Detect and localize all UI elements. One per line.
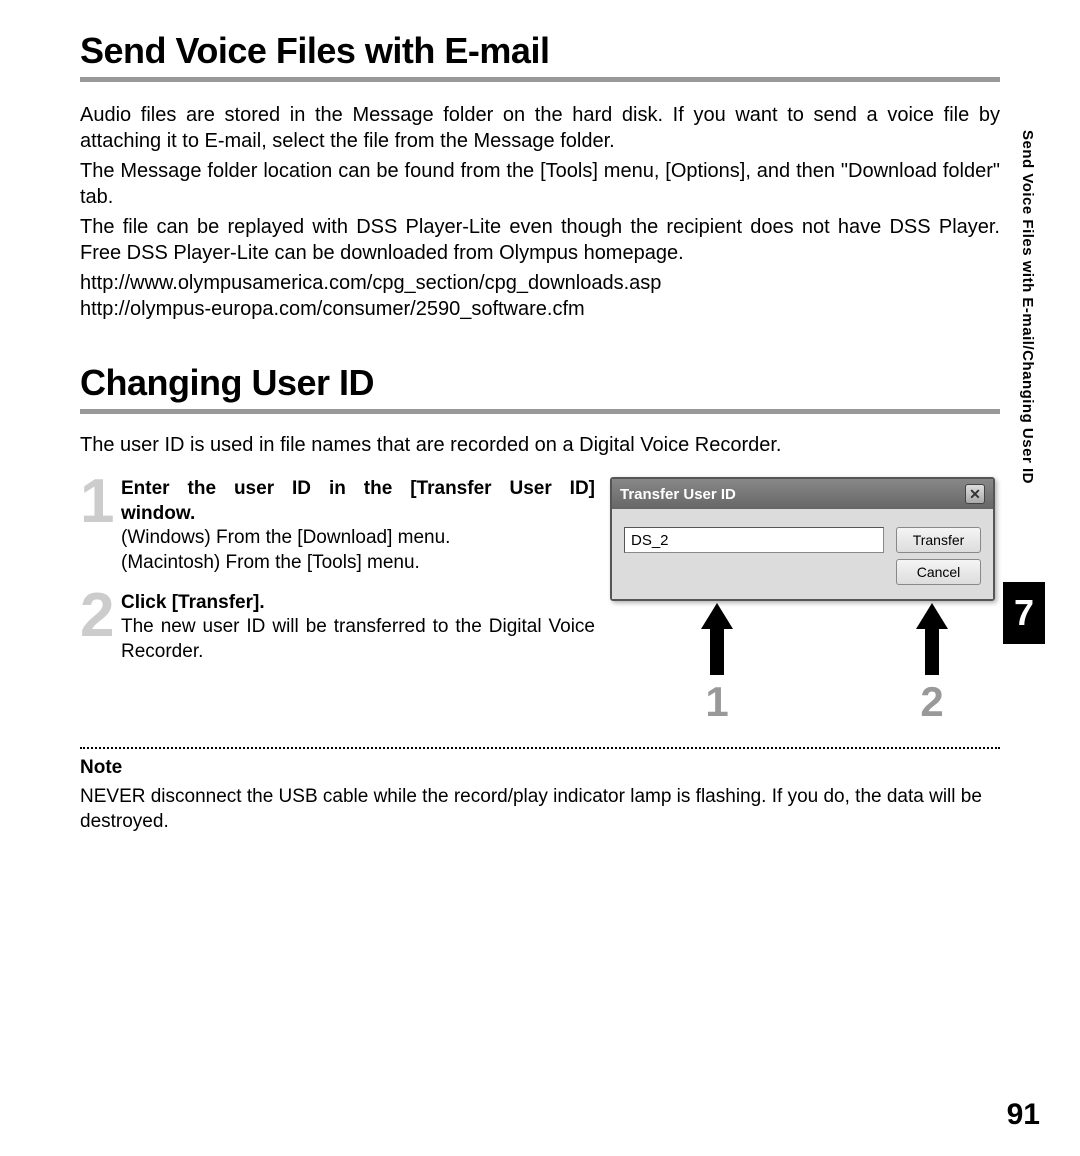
step1-desc1: (Windows) From the [Download] menu. <box>121 526 595 551</box>
callout-arrows: 1 2 <box>610 603 1000 733</box>
section2-intro: The user ID is used in file names that a… <box>80 434 1000 457</box>
note-label: Note <box>80 757 1000 779</box>
step2-desc: The new user ID will be transferred to t… <box>121 615 595 664</box>
transfer-userid-dialog: Transfer User ID ✕ Transfer Cancel <box>610 477 995 601</box>
divider <box>80 77 1000 82</box>
side-header-text: Send Voice Files with E-mail/Changing Us… <box>1019 130 1036 484</box>
step1-title: Enter the user ID in the [Transfer User … <box>121 477 595 526</box>
section1-heading: Send Voice Files with E-mail <box>80 30 1000 72</box>
section1-para3: The file can be replayed with DSS Player… <box>80 214 1000 266</box>
page-number: 91 <box>1007 1098 1040 1132</box>
cancel-button[interactable]: Cancel <box>896 559 981 585</box>
userid-input[interactable] <box>624 527 884 553</box>
section1-para1: Audio files are stored in the Message fo… <box>80 102 1000 154</box>
close-icon[interactable]: ✕ <box>965 484 985 504</box>
note-text: NEVER disconnect the USB cable while the… <box>80 785 1000 834</box>
divider2 <box>80 409 1000 414</box>
dotted-divider <box>80 747 1000 749</box>
step-number-1: 1 <box>80 477 115 528</box>
step-number-2: 2 <box>80 591 115 642</box>
section2-heading: Changing User ID <box>80 362 1000 404</box>
step1-desc2: (Macintosh) From the [Tools] menu. <box>121 551 595 576</box>
dialog-title: Transfer User ID <box>620 486 736 503</box>
step-1: 1 Enter the user ID in the [Transfer Use… <box>80 477 595 576</box>
chapter-tab: 7 <box>1003 582 1045 644</box>
url2: http://olympus-europa.com/consumer/2590_… <box>80 296 1000 322</box>
step-2: 2 Click [Transfer]. The new user ID will… <box>80 591 595 665</box>
url1: http://www.olympusamerica.com/cpg_sectio… <box>80 270 1000 296</box>
section1-para2: The Message folder location can be found… <box>80 158 1000 210</box>
callout-number-2: 2 <box>920 678 943 726</box>
step2-title: Click [Transfer]. <box>121 591 595 616</box>
arrow-up-icon <box>701 603 733 629</box>
callout-number-1: 1 <box>705 678 728 726</box>
transfer-button[interactable]: Transfer <box>896 527 981 553</box>
arrow-up-icon <box>916 603 948 629</box>
